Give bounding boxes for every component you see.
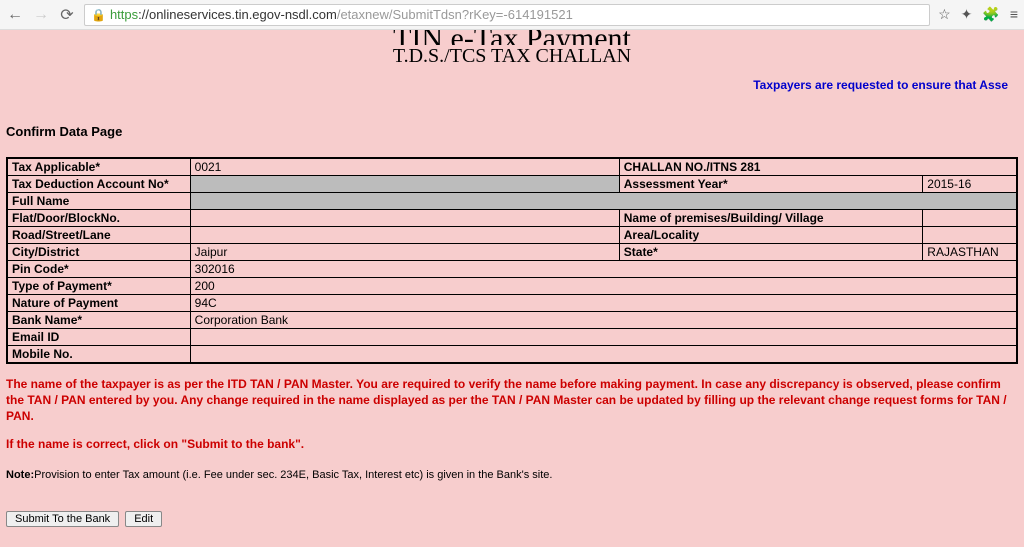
extension-icon[interactable]: ✦	[961, 6, 973, 23]
menu-icon[interactable]: ≡	[1010, 6, 1018, 23]
section-title: Confirm Data Page	[6, 124, 1018, 139]
reload-icon[interactable]: ⟳	[58, 5, 76, 25]
toolbar-right: ☆ ✦ 🧩 ≡	[938, 6, 1018, 23]
warning-verify-name: The name of the taxpayer is as per the I…	[6, 376, 1018, 425]
label-email: Email ID	[7, 329, 190, 346]
value-pin: 302016	[190, 261, 1017, 278]
value-nature-payment: 94C	[190, 295, 1017, 312]
confirm-data-table: Tax Applicable* 0021 CHALLAN NO./ITNS 28…	[6, 157, 1018, 364]
note-label: Note:	[6, 469, 34, 481]
url-path: /etaxnew/SubmitTdsn?rKey=-614191521	[337, 7, 573, 22]
label-tan: Tax Deduction Account No*	[7, 176, 190, 193]
star-icon[interactable]: ☆	[938, 6, 951, 23]
page-body: TIN e-Tax Payment T.D.S./TCS TAX CHALLAN…	[0, 30, 1024, 547]
marquee-notice: Taxpayers are requested to ensure that A…	[6, 78, 1018, 96]
label-premises: Name of premises/Building/ Village	[619, 210, 923, 227]
value-premises	[923, 210, 1017, 227]
value-bank: Corporation Bank	[190, 312, 1017, 329]
value-assessment-year: 2015-16	[923, 176, 1017, 193]
label-challan-no: CHALLAN NO./ITNS 281	[619, 158, 1017, 176]
value-city: Jaipur	[190, 244, 619, 261]
label-mobile: Mobile No.	[7, 346, 190, 364]
value-type-payment: 200	[190, 278, 1017, 295]
value-road	[190, 227, 619, 244]
value-state: RAJASTHAN	[923, 244, 1017, 261]
puzzle-icon[interactable]: 🧩	[982, 6, 999, 23]
label-full-name: Full Name	[7, 193, 190, 210]
value-email	[190, 329, 1017, 346]
label-bank: Bank Name*	[7, 312, 190, 329]
value-tan	[190, 176, 619, 193]
page-main-title: TIN e-Tax Payment	[6, 30, 1018, 45]
label-state: State*	[619, 244, 923, 261]
label-nature-payment: Nature of Payment	[7, 295, 190, 312]
browser-toolbar: ← → ⟳ 🔒 https ://onlineservices.tin.egov…	[0, 0, 1024, 30]
label-type-payment: Type of Payment*	[7, 278, 190, 295]
url-bar[interactable]: 🔒 https ://onlineservices.tin.egov-nsdl.…	[84, 4, 930, 26]
note-line: Note:Provision to enter Tax amount (i.e.…	[6, 469, 1018, 481]
label-tax-applicable: Tax Applicable*	[7, 158, 190, 176]
label-city: City/District	[7, 244, 190, 261]
value-mobile	[190, 346, 1017, 364]
back-icon[interactable]: ←	[6, 6, 24, 24]
value-flat	[190, 210, 619, 227]
warning-submit-instruction: If the name is correct, click on "Submit…	[6, 437, 1018, 451]
label-assessment-year: Assessment Year*	[619, 176, 923, 193]
label-pin: Pin Code*	[7, 261, 190, 278]
label-road: Road/Street/Lane	[7, 227, 190, 244]
url-scheme: https	[110, 7, 138, 22]
forward-icon[interactable]: →	[32, 6, 50, 24]
value-full-name	[190, 193, 1017, 210]
note-text: Provision to enter Tax amount (i.e. Fee …	[34, 469, 552, 481]
value-tax-applicable: 0021	[190, 158, 619, 176]
url-host: ://onlineservices.tin.egov-nsdl.com	[138, 7, 337, 22]
lock-icon: 🔒	[91, 8, 106, 22]
button-row: Submit To the Bank Edit	[6, 511, 1018, 527]
submit-button[interactable]: Submit To the Bank	[6, 511, 119, 527]
label-area: Area/Locality	[619, 227, 923, 244]
label-flat: Flat/Door/BlockNo.	[7, 210, 190, 227]
page-sub-title: T.D.S./TCS TAX CHALLAN	[6, 45, 1018, 68]
edit-button[interactable]: Edit	[125, 511, 162, 527]
value-area	[923, 227, 1017, 244]
